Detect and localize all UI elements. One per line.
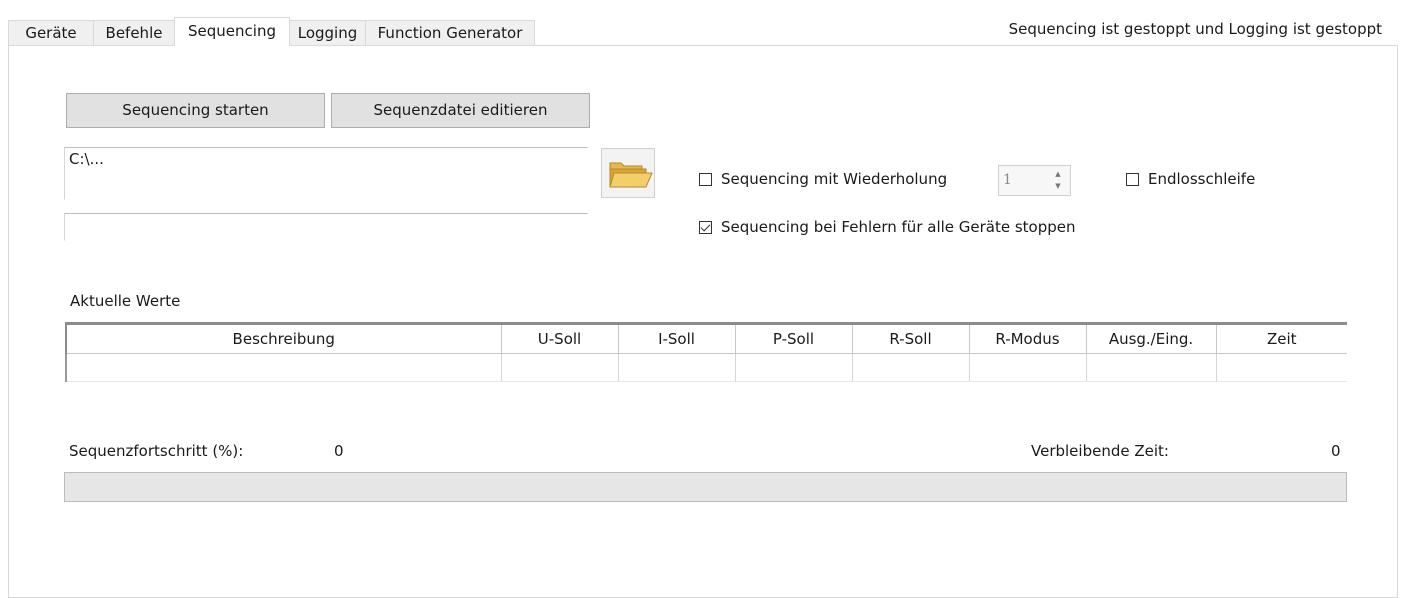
column-header-u-soll[interactable]: U-Soll — [500, 322, 618, 354]
column-header-p-soll[interactable]: P-Soll — [734, 322, 852, 354]
repeat-checkbox[interactable]: Sequencing mit Wiederholung — [699, 170, 947, 188]
table-cell[interactable] — [1085, 353, 1216, 382]
endless-loop-label: Endlosschleife — [1148, 170, 1256, 188]
table-cell[interactable] — [968, 353, 1086, 382]
repeat-checkbox-label: Sequencing mit Wiederholung — [721, 170, 948, 188]
table-cell[interactable] — [1215, 353, 1347, 382]
remaining-time-label: Verbleibende Zeit: — [1031, 442, 1169, 460]
start-sequencing-button[interactable]: Sequencing starten — [66, 93, 325, 128]
repeat-count-stepper[interactable]: 1 ▲ ▼ — [998, 165, 1071, 196]
tab-sequencing[interactable]: Sequencing — [174, 17, 290, 46]
remaining-time-value: 0 — [1331, 442, 1341, 460]
stepper-down-icon[interactable]: ▼ — [1052, 180, 1064, 192]
repeat-count-value[interactable]: 1 — [1003, 172, 1012, 188]
stop-on-error-checkbox[interactable]: Sequencing bei Fehlern für alle Geräte s… — [699, 218, 1076, 236]
repeat-checkbox-box[interactable] — [699, 172, 712, 186]
progress-value: 0 — [334, 442, 344, 460]
status-text: Sequencing ist gestoppt und Logging ist … — [1008, 20, 1382, 38]
column-header-i-soll[interactable]: I-Soll — [617, 322, 735, 354]
table-header-row: Beschreibung U-Soll I-Soll P-Soll R-Soll… — [65, 322, 1347, 354]
tab-geraete[interactable]: Geräte — [8, 20, 94, 45]
stop-on-error-checkbox-box[interactable] — [699, 220, 712, 234]
endless-loop-checkbox-box[interactable] — [1126, 172, 1139, 186]
stop-on-error-label: Sequencing bei Fehlern für alle Geräte s… — [721, 218, 1076, 236]
column-header-beschreibung[interactable]: Beschreibung — [65, 322, 501, 354]
column-header-ausg-eing[interactable]: Ausg./Eing. — [1085, 322, 1216, 354]
tab-function-generator[interactable]: Function Generator — [365, 20, 535, 45]
current-values-title: Aktuelle Werte — [70, 292, 181, 310]
file-path-field[interactable]: C:\... — [64, 147, 588, 200]
endless-loop-checkbox[interactable]: Endlosschleife — [1126, 170, 1255, 188]
column-header-r-soll[interactable]: R-Soll — [851, 322, 969, 354]
column-header-zeit[interactable]: Zeit — [1215, 322, 1347, 354]
table-cell[interactable] — [500, 353, 618, 382]
column-header-r-modus[interactable]: R-Modus — [968, 322, 1086, 354]
stepper-up-icon[interactable]: ▲ — [1052, 168, 1064, 180]
progress-label: Sequenzfortschritt (%): — [69, 442, 244, 460]
table-cell[interactable] — [617, 353, 735, 382]
sequence-progress-bar — [64, 472, 1347, 502]
folder-open-icon — [609, 162, 653, 188]
table-row[interactable] — [65, 353, 1347, 382]
current-values-table: Beschreibung U-Soll I-Soll P-Soll R-Soll… — [65, 322, 1347, 382]
tab-befehle[interactable]: Befehle — [93, 20, 175, 45]
tab-logging[interactable]: Logging — [289, 20, 366, 45]
table-cell[interactable] — [65, 353, 501, 382]
table-cell[interactable] — [734, 353, 852, 382]
edit-sequence-file-button[interactable]: Sequenzdatei editieren — [331, 93, 590, 128]
browse-folder-button[interactable] — [601, 148, 655, 198]
table-cell[interactable] — [851, 353, 969, 382]
sequence-info-field[interactable] — [64, 213, 588, 241]
